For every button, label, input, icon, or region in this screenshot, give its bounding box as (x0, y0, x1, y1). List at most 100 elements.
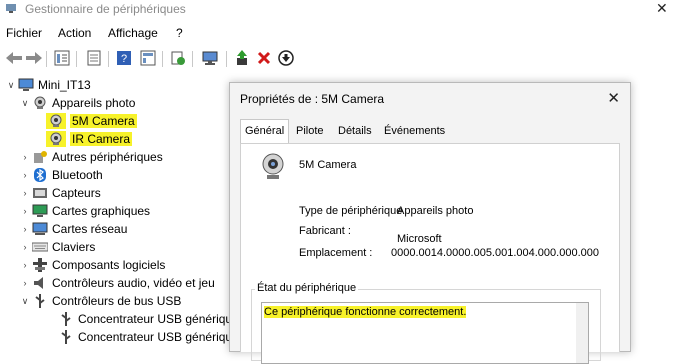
chevron-right-icon[interactable]: › (20, 260, 30, 270)
tab-details[interactable]: Détails (334, 120, 376, 142)
tree-item-other-devices[interactable]: › Autres périphériques (20, 148, 163, 166)
tree-item-software-components[interactable]: › Composants logiciels (20, 256, 165, 274)
camera-icon (46, 131, 66, 147)
software-component-icon (32, 257, 48, 273)
toolbar-separator (192, 51, 193, 67)
help-icon[interactable]: ? (116, 50, 132, 66)
chevron-right-icon[interactable]: › (20, 152, 30, 162)
tree-label: Claviers (52, 240, 96, 254)
computer-icon (18, 77, 34, 93)
toolbar-separator (162, 51, 163, 67)
menu-bar: Fichier Action Affichage ? (0, 22, 681, 44)
properties-view-icon[interactable] (54, 50, 70, 66)
close-icon[interactable]: ✕ (607, 89, 620, 107)
tree-item-usb-hub[interactable]: Concentrateur USB générique (56, 310, 239, 328)
monitor-icon[interactable] (202, 50, 218, 66)
tree-item-usb-controllers[interactable]: ∨ Contrôleurs de bus USB (20, 292, 181, 310)
tab-general[interactable]: Général (240, 119, 290, 143)
tree-label: Cartes réseau (52, 222, 128, 236)
update-driver-icon[interactable] (234, 50, 250, 66)
manufacturer-label: Fabricant : (299, 225, 351, 237)
toolbar-separator (46, 51, 47, 67)
scan-hardware-icon[interactable] (170, 50, 186, 66)
menu-action[interactable]: Action (58, 26, 91, 40)
tree-item-ir-camera[interactable]: IR Camera (44, 130, 133, 148)
tab-events[interactable]: Événements (380, 120, 449, 142)
chevron-down-icon[interactable]: ∨ (20, 98, 30, 109)
chevron-right-icon[interactable]: › (20, 206, 30, 216)
tree-item-network[interactable]: › Cartes réseau (20, 220, 128, 238)
bluetooth-icon (32, 167, 48, 183)
device-status-group: État du périphérique Ce périphérique fon… (251, 282, 601, 364)
sensor-icon (32, 185, 48, 201)
speaker-icon (32, 275, 48, 291)
chevron-down-icon[interactable]: ∨ (20, 296, 30, 307)
usb-icon (58, 329, 74, 345)
camera-icon (32, 95, 48, 111)
close-window-icon[interactable]: ✕ (656, 0, 668, 17)
device-type-label: Type de périphérique (299, 205, 403, 217)
tree-item-usb-hub[interactable]: Concentrateur USB générique (56, 328, 239, 346)
menu-affichage[interactable]: Affichage (108, 26, 158, 40)
device-manager-icon (5, 2, 17, 14)
tree-root[interactable]: ∨ Mini_IT13 (6, 76, 91, 94)
chevron-down-icon[interactable]: ∨ (6, 80, 16, 91)
tree-label: Capteurs (52, 186, 101, 200)
tree-label: Composants logiciels (52, 258, 166, 272)
svg-text:?: ? (121, 53, 127, 65)
unknown-device-icon (32, 149, 48, 165)
toolbar-separator (226, 51, 227, 67)
tree-label: Cartes graphiques (52, 204, 151, 218)
device-status-textbox[interactable]: Ce périphérique fonctionne correctement. (261, 302, 589, 364)
tree-label: IR Camera (70, 132, 133, 146)
menu-fichier[interactable]: Fichier (6, 26, 42, 40)
tree-item-bluetooth[interactable]: › Bluetooth (20, 166, 103, 184)
display-adapter-icon (32, 203, 48, 219)
menu-help[interactable]: ? (176, 26, 183, 40)
uninstall-x-icon[interactable] (256, 50, 272, 66)
tree-label: Contrôleurs de bus USB (52, 294, 182, 308)
location-label: Emplacement : (299, 247, 373, 259)
forward-arrow-icon[interactable] (26, 50, 42, 66)
toolbar-separator (76, 51, 77, 67)
chevron-right-icon[interactable]: › (20, 170, 30, 180)
usb-icon (58, 311, 74, 327)
tree-label: Contrôleurs audio, vidéo et jeu (52, 276, 215, 290)
help-list-icon[interactable] (86, 50, 102, 66)
tree-item-5m-camera[interactable]: 5M Camera (44, 112, 137, 130)
tree-label: Autres périphériques (52, 150, 163, 164)
status-group-title: État du périphérique (255, 282, 359, 294)
tab-driver[interactable]: Pilote (292, 120, 328, 142)
keyboard-icon (32, 239, 48, 255)
toolbar: ? (0, 46, 681, 70)
camera-icon (46, 113, 66, 129)
dialog-title: Propriétés de : 5M Camera (240, 92, 385, 106)
tree-label: Bluetooth (52, 168, 103, 182)
tree-item-audio[interactable]: › Contrôleurs audio, vidéo et jeu (20, 274, 215, 292)
chevron-right-icon[interactable]: › (20, 242, 30, 252)
tree-item-graphics[interactable]: › Cartes graphiques (20, 202, 151, 220)
download-circle-icon[interactable] (278, 50, 294, 66)
device-status-text: Ce périphérique fonctionne correctement. (264, 306, 467, 318)
title-bar: Gestionnaire de périphériques ✕ (0, 0, 681, 18)
tree-item-sensors[interactable]: › Capteurs (20, 184, 101, 202)
tree-label: Mini_IT13 (38, 78, 91, 92)
device-tree: ∨ Mini_IT13 ∨ Appareils photo 5M Camera … (0, 76, 240, 350)
device-name: 5M Camera (299, 159, 357, 171)
manufacturer-value: Microsoft (397, 233, 442, 245)
window-title: Gestionnaire de périphériques (25, 2, 186, 16)
chevron-right-icon[interactable]: › (20, 224, 30, 234)
scrollbar[interactable] (576, 303, 588, 363)
tree-label: Concentrateur USB générique (78, 312, 239, 326)
tree-label: 5M Camera (70, 114, 137, 128)
device-type-value: Appareils photo (397, 205, 474, 217)
chevron-right-icon[interactable]: › (20, 188, 30, 198)
tree-item-keyboards[interactable]: › Claviers (20, 238, 96, 256)
network-adapter-icon (32, 221, 48, 237)
computer-list-icon[interactable] (140, 50, 156, 66)
location-value: 0000.0014.0000.005.001.004.000.000.000 (391, 247, 599, 259)
tree-item-cameras[interactable]: ∨ Appareils photo (20, 94, 136, 112)
back-arrow-icon[interactable] (6, 50, 22, 66)
chevron-right-icon[interactable]: › (20, 278, 30, 288)
toolbar-separator (108, 51, 109, 67)
